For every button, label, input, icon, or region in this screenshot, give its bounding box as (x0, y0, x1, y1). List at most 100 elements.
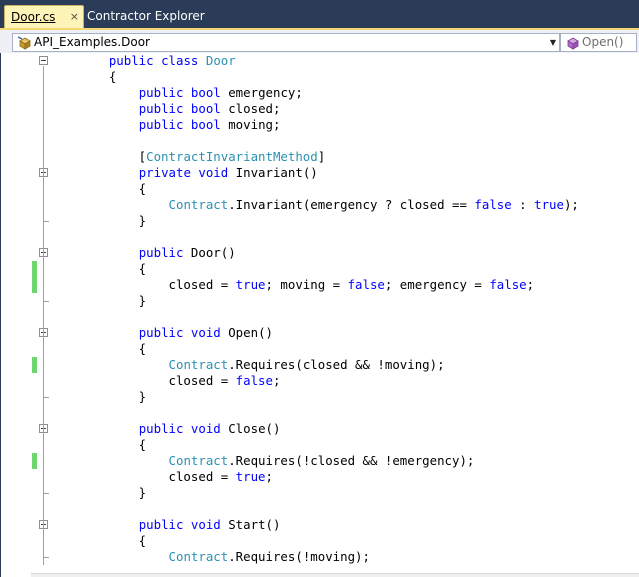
code-token: moving; (220, 117, 281, 132)
code-line[interactable]: { (1, 69, 639, 85)
code-line[interactable]: } (1, 293, 639, 309)
keyword-token: true (235, 469, 266, 484)
tab-contractor-explorer[interactable]: Contractor Explorer (86, 5, 206, 28)
outline-guide (43, 258, 44, 301)
code-token: emergency; (220, 85, 303, 100)
outline-guide (43, 434, 44, 493)
type-token: Contract (168, 549, 229, 564)
code-line[interactable]: public bool closed; (1, 101, 639, 117)
keyword-token: void (190, 421, 221, 436)
code-line[interactable]: [ContractInvariantMethod] (1, 149, 639, 165)
collapse-toggle-icon[interactable] (39, 56, 48, 65)
keyword-token: public (138, 245, 184, 260)
code-line[interactable]: private void Invariant() (1, 165, 639, 181)
code-line-text: public void Close() (79, 421, 281, 437)
type-token: Door (205, 53, 236, 68)
code-line[interactable]: } (1, 389, 639, 405)
code-line-text: public class Door (79, 53, 236, 69)
code-line-text: { (79, 437, 146, 453)
code-line-text: } (79, 293, 146, 309)
method-icon (567, 37, 579, 50)
code-line[interactable]: public Door() (1, 245, 639, 261)
code-line-text: { (79, 69, 116, 85)
code-line[interactable]: public void Close() (1, 421, 639, 437)
code-line[interactable]: } (1, 485, 639, 501)
outline-guide (43, 338, 44, 397)
code-line[interactable]: { (1, 181, 639, 197)
code-line[interactable]: } (1, 213, 639, 229)
code-line-text: Contract.Requires(!moving); (79, 549, 370, 565)
keyword-token: false (474, 197, 512, 212)
code-line-text: public void Start() (79, 517, 281, 533)
close-tab-icon[interactable]: × (70, 6, 79, 28)
code-token: } (79, 485, 147, 500)
code-line[interactable]: closed = true; moving = false; emergency… (1, 277, 639, 293)
keyword-token: public (138, 101, 184, 116)
code-line-text: } (79, 389, 146, 405)
type-dropdown-value: API_Examples.Door (34, 35, 150, 49)
type-dropdown[interactable]: API_Examples.Door ▼ (12, 33, 560, 52)
keyword-token: void (190, 517, 221, 532)
code-line[interactable] (1, 405, 639, 421)
code-token: { (79, 261, 147, 276)
code-line[interactable]: Contract.Requires(!moving); (1, 549, 639, 565)
code-line[interactable]: public bool moving; (1, 117, 639, 133)
code-line[interactable]: public void Start() (1, 517, 639, 533)
keyword-token: true (235, 277, 266, 292)
code-line[interactable]: Contract.Requires(closed && !moving); (1, 357, 639, 373)
code-line[interactable]: public void Open() (1, 325, 639, 341)
code-line-text: public bool moving; (79, 117, 281, 133)
outline-guide (43, 530, 44, 557)
keyword-token: public (138, 517, 184, 532)
type-token: ContractInvariantMethod (146, 149, 318, 164)
code-line[interactable]: { (1, 341, 639, 357)
keyword-token: bool (190, 85, 221, 100)
chevron-down-icon: ▼ (549, 38, 556, 47)
ide-window: Door.cs × Contractor Explorer API_Exampl… (0, 0, 639, 577)
code-line[interactable]: closed = true; (1, 469, 639, 485)
code-line-text: public bool emergency; (79, 85, 303, 101)
member-dropdown[interactable]: Open() (560, 33, 637, 52)
document-tab-strip: Door.cs × Contractor Explorer (0, 0, 639, 28)
code-line[interactable] (1, 309, 639, 325)
code-line[interactable] (1, 229, 639, 245)
code-line[interactable]: { (1, 261, 639, 277)
type-token: Contract (168, 357, 229, 372)
code-token: } (79, 389, 147, 404)
code-token: { (79, 69, 117, 84)
code-line-text: closed = false; (79, 373, 281, 389)
outline-guide-end (43, 221, 49, 222)
code-line[interactable] (1, 501, 639, 517)
code-line[interactable]: Contract.Invariant(emergency ? closed ==… (1, 197, 639, 213)
keyword-token: false (235, 373, 273, 388)
type-token: Contract (168, 197, 229, 212)
code-line[interactable] (1, 133, 639, 149)
code-line[interactable]: Contract.Requires(!closed && !emergency)… (1, 453, 639, 469)
code-line[interactable]: { (1, 437, 639, 453)
code-token: } (79, 213, 147, 228)
code-line-text: Contract.Invariant(emergency ? closed ==… (79, 197, 579, 213)
code-token: { (79, 181, 147, 196)
tab-door-cs[interactable]: Door.cs × (4, 5, 84, 28)
code-token: .Invariant(emergency ? closed == (228, 197, 475, 212)
code-line[interactable]: public class Door (1, 53, 639, 69)
keyword-token: void (190, 325, 221, 340)
code-line[interactable]: closed = false; (1, 373, 639, 389)
code-line[interactable]: { (1, 533, 639, 549)
code-editor[interactable]: public class Door { public bool emergenc… (0, 53, 639, 577)
code-token: closed = (79, 469, 236, 484)
type-token: Contract (168, 453, 229, 468)
code-line[interactable]: public bool emergency; (1, 85, 639, 101)
